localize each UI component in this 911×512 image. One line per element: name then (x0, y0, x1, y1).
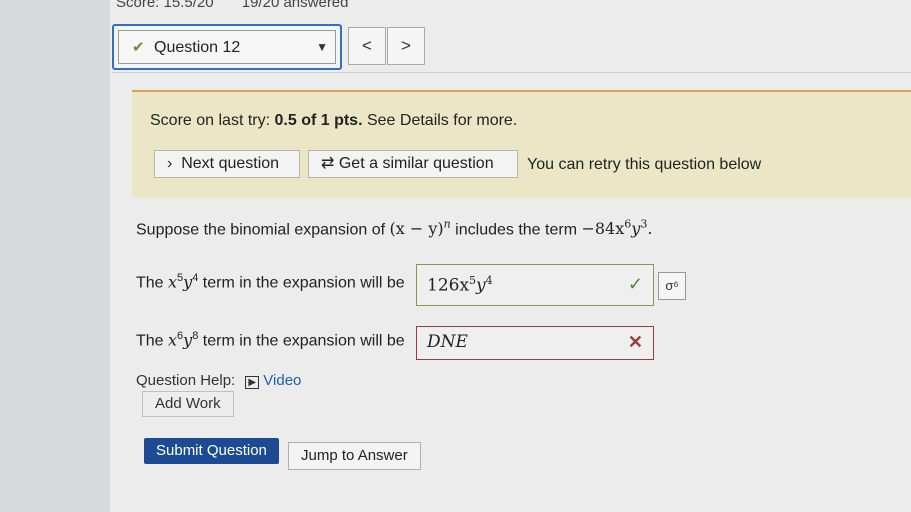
similar-question-button[interactable]: ⇄ Get a similar question (308, 150, 518, 178)
score-value: 0.5 of 1 pts. (274, 112, 363, 129)
play-icon: ▶ (245, 376, 260, 389)
repeat-icon: ⇄ (321, 155, 335, 172)
answer2-field[interactable]: DNE ✕ (416, 326, 654, 360)
add-work-button[interactable]: Add Work (142, 391, 234, 417)
question-help: Question Help: ▶ Video (136, 372, 302, 389)
video-link[interactable]: ▶ Video (245, 372, 301, 389)
binomial: (x − y)n (389, 218, 451, 239)
check-icon: ✔ (132, 39, 145, 56)
page-background (110, 0, 911, 512)
score-header: Score: 15.5/20 19/20 answered (116, 0, 373, 11)
previous-question-button[interactable]: < (348, 27, 386, 65)
wrong-cross-icon: ✕ (627, 332, 643, 352)
left-gutter (0, 0, 110, 512)
row2-label: The x6y8 term in the expansion will be (136, 330, 405, 350)
correct-check-icon: ✓ (627, 274, 643, 294)
next-question-button[interactable]: › Next question (154, 150, 300, 178)
submit-question-button[interactable]: Submit Question (144, 438, 279, 464)
question-select-label: Question 12 (154, 39, 241, 56)
answer1-field[interactable]: 126x5y4 ✓ (416, 264, 654, 306)
answered-text: 19/20 answered (241, 0, 349, 11)
answer1-value: 126x5y4 (427, 274, 493, 296)
score-text: Score: 15.5/20 (116, 0, 214, 11)
score-banner: Score on last try: 0.5 of 1 pts. See Det… (132, 90, 911, 198)
answer2-value: DNE (427, 332, 468, 352)
question-text: Suppose the binomial expansion of (x − y… (136, 218, 653, 239)
math-keyboard-button[interactable]: σ⁶ (658, 272, 686, 300)
row1-label: The x5y4 term in the expansion will be (136, 272, 405, 292)
chevron-down-icon: ▼ (316, 40, 328, 54)
jump-to-answer-button[interactable]: Jump to Answer (288, 442, 421, 470)
given-term: −84x6y3. (581, 218, 653, 239)
question-select[interactable]: ✔ Question 12 ▼ (112, 24, 342, 70)
retry-text: You can retry this question below (527, 156, 762, 173)
divider (112, 72, 911, 73)
next-question-arrow-button[interactable]: > (387, 27, 425, 65)
score-on-last-try: Score on last try: 0.5 of 1 pts. See Det… (150, 112, 518, 129)
chevron-right-icon: › (167, 155, 173, 172)
